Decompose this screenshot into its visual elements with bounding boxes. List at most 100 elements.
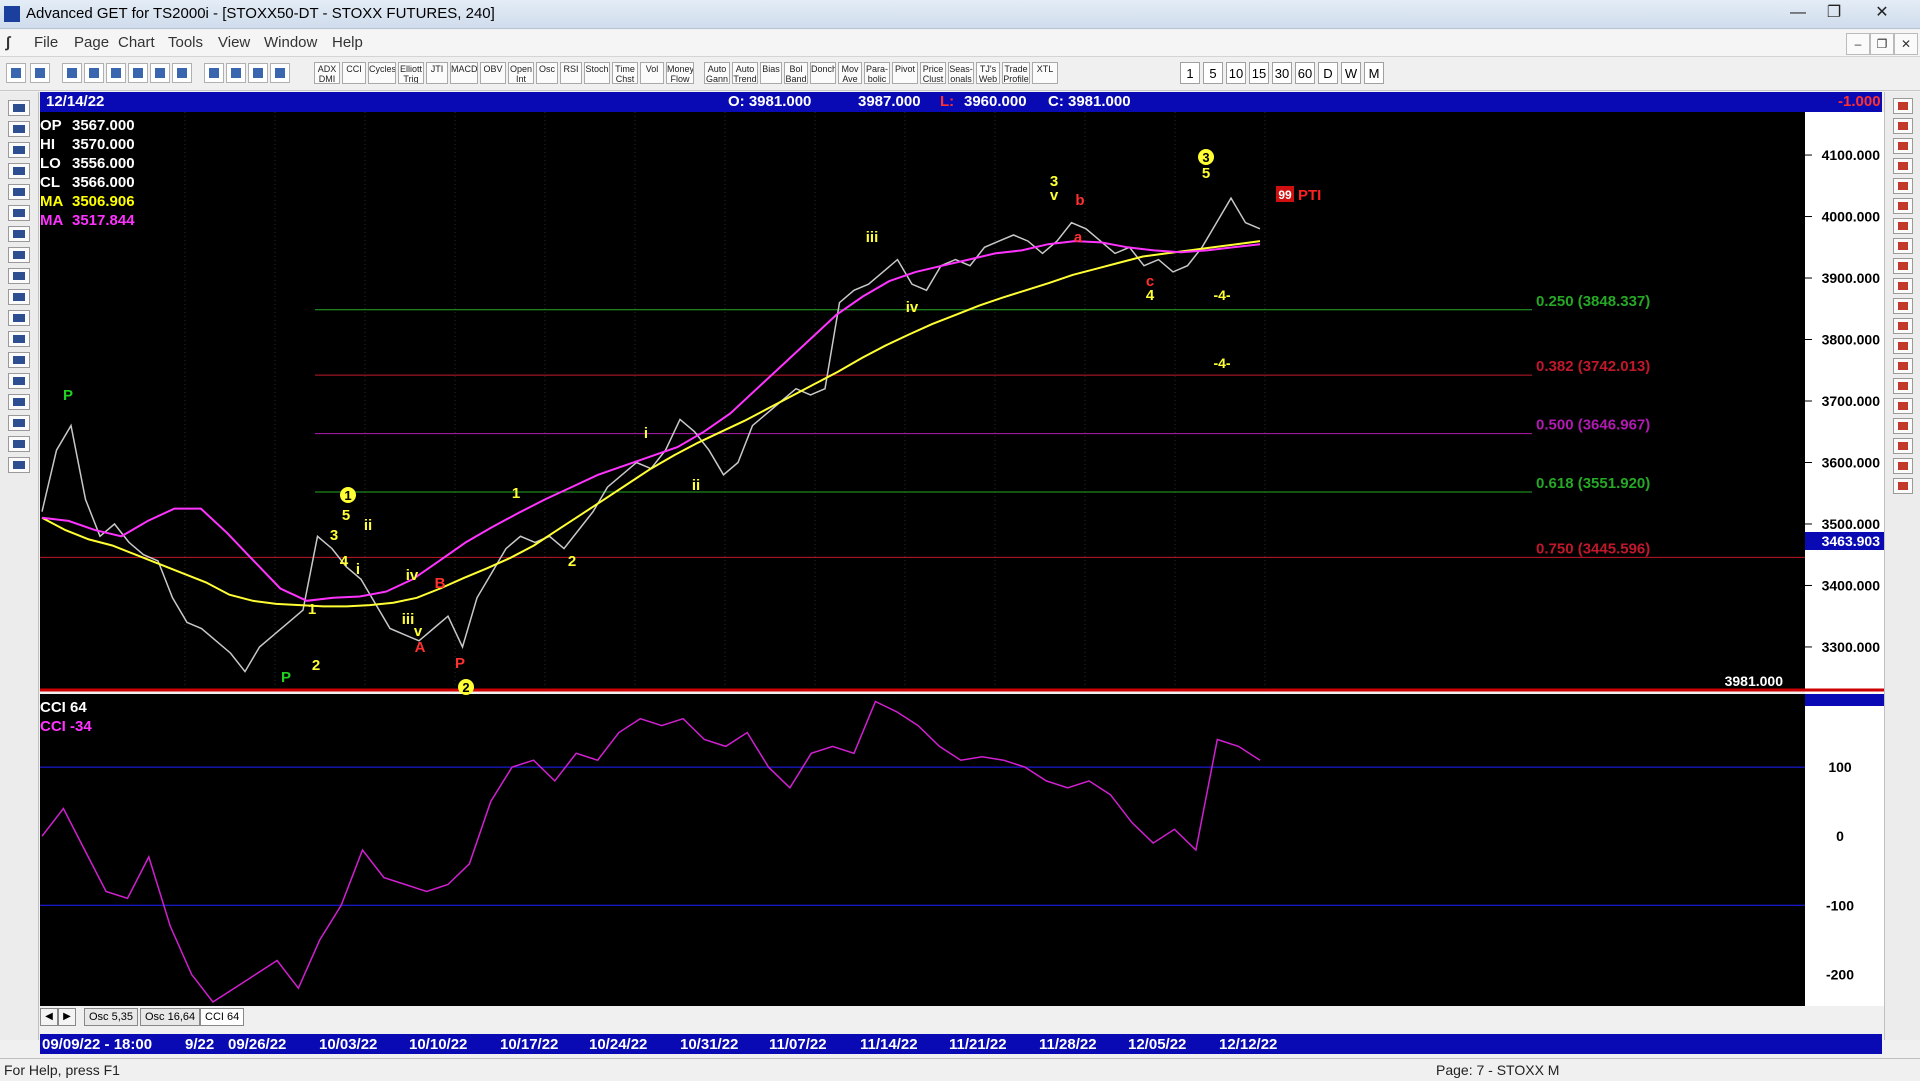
zoom-icon[interactable] bbox=[1893, 398, 1913, 414]
timeframe-5[interactable]: 5 bbox=[1203, 62, 1223, 84]
fib-retrace-icon[interactable] bbox=[1893, 138, 1913, 154]
open-icon[interactable] bbox=[84, 63, 104, 83]
new-page-icon[interactable] bbox=[62, 63, 82, 83]
toolbar-button-adx-dmi[interactable]: ADX DMI bbox=[314, 62, 340, 84]
bucket-icon[interactable] bbox=[1893, 418, 1913, 434]
toolbar-button-auto-gann[interactable]: Auto Gann bbox=[704, 62, 730, 84]
function-icon[interactable] bbox=[6, 63, 26, 83]
toolbar-button-xtl[interactable]: XTL bbox=[1032, 62, 1058, 84]
gann-icon[interactable] bbox=[8, 394, 30, 410]
fib-extension-icon[interactable] bbox=[1893, 158, 1913, 174]
toolbar-button-tj-s-web[interactable]: TJ's Web bbox=[976, 62, 1000, 84]
toolbar-button-osc[interactable]: Osc bbox=[536, 62, 558, 84]
pitchfork-icon[interactable] bbox=[8, 289, 30, 305]
toolbar-button-vol[interactable]: Vol bbox=[640, 62, 664, 84]
timeframe-10[interactable]: 10 bbox=[1226, 62, 1246, 84]
channel-icon[interactable] bbox=[8, 331, 30, 347]
tab-osc-16-64[interactable]: Osc 16,64 bbox=[140, 1008, 201, 1026]
grid-icon[interactable] bbox=[150, 63, 170, 83]
price-chart[interactable]: 0.250 (3848.337) 0.382 (3742.013) 0.500 (3… bbox=[40, 112, 1884, 1038]
up-arrow-icon[interactable] bbox=[8, 205, 30, 221]
grid-icon[interactable] bbox=[1893, 338, 1913, 354]
menu-tools[interactable]: Tools bbox=[168, 34, 203, 51]
toolbar-button-bias[interactable]: Bias bbox=[760, 62, 782, 84]
timeframe-30[interactable]: 30 bbox=[1272, 62, 1292, 84]
timeframe-60[interactable]: 60 bbox=[1295, 62, 1315, 84]
menu-chart[interactable]: Chart bbox=[118, 34, 155, 51]
tile-icon[interactable] bbox=[226, 63, 246, 83]
timeframe-w[interactable]: W bbox=[1341, 62, 1361, 84]
list-icon[interactable] bbox=[1893, 458, 1913, 474]
chart-window-icon[interactable] bbox=[128, 63, 148, 83]
tab-osc-5-35[interactable]: Osc 5,35 bbox=[84, 1008, 139, 1026]
fib-price-icon[interactable] bbox=[1893, 198, 1913, 214]
text-icon[interactable] bbox=[1893, 378, 1913, 394]
menu-file[interactable]: File bbox=[34, 34, 58, 51]
mdi-minimize-button[interactable]: – bbox=[1846, 33, 1870, 55]
toolbar-button-donch[interactable]: Donch bbox=[810, 62, 836, 84]
tabs-icon[interactable] bbox=[1893, 438, 1913, 454]
pencil-icon[interactable] bbox=[1893, 118, 1913, 134]
toolbar-button-price-clust[interactable]: Price Clust bbox=[920, 62, 946, 84]
mob-icon[interactable] bbox=[1893, 358, 1913, 374]
toolbar-button-elliott-trig[interactable]: Elliott Trig bbox=[398, 62, 424, 84]
expand-icon[interactable] bbox=[8, 310, 30, 326]
mdi-restore-button[interactable]: ❐ bbox=[1870, 33, 1894, 55]
printer-icon[interactable] bbox=[204, 63, 224, 83]
minimize-button[interactable]: — bbox=[1782, 2, 1814, 24]
draw-icon[interactable] bbox=[8, 121, 30, 137]
help-pointer-icon[interactable] bbox=[270, 63, 290, 83]
fan-icon[interactable] bbox=[1893, 238, 1913, 254]
left-arrow-icon[interactable] bbox=[8, 247, 30, 263]
toolbar-button-auto-trend[interactable]: Auto Trend bbox=[732, 62, 758, 84]
toolbar-button-pivot[interactable]: Pivot bbox=[892, 62, 918, 84]
ellipse-icon[interactable] bbox=[1893, 278, 1913, 294]
timeframe-15[interactable]: 15 bbox=[1249, 62, 1269, 84]
close-button[interactable]: ✕ bbox=[1866, 2, 1898, 24]
chart-area[interactable]: 0.250 (3848.337) 0.382 (3742.013) 0.500 (3… bbox=[40, 112, 1884, 1038]
print-icon[interactable] bbox=[106, 63, 126, 83]
toolbar-button-trade-profile[interactable]: Trade Profile bbox=[1002, 62, 1030, 84]
study-icon[interactable] bbox=[8, 163, 30, 179]
tab-next-button[interactable]: ▶ bbox=[58, 1008, 76, 1026]
reset-icon[interactable] bbox=[8, 142, 30, 158]
cycle-icon[interactable] bbox=[1893, 218, 1913, 234]
toolbar-button-stoch[interactable]: Stoch bbox=[584, 62, 610, 84]
doc-icon[interactable]: ∫ bbox=[6, 34, 10, 51]
menu-window[interactable]: Window bbox=[264, 34, 317, 51]
open-icon[interactable] bbox=[8, 100, 30, 116]
timeframe-1[interactable]: 1 bbox=[1180, 62, 1200, 84]
pti-icon[interactable] bbox=[1893, 318, 1913, 334]
toolbar-button-cycles[interactable]: Cycles bbox=[368, 62, 396, 84]
mdi-close-button[interactable]: ✕ bbox=[1894, 33, 1918, 55]
gann-box-icon[interactable] bbox=[1893, 298, 1913, 314]
fib-time-icon[interactable] bbox=[1893, 178, 1913, 194]
toolbar-button-jti[interactable]: JTI bbox=[426, 62, 448, 84]
menu-help[interactable]: Help bbox=[332, 34, 363, 51]
quote-icon[interactable] bbox=[30, 63, 50, 83]
menu-view[interactable]: View bbox=[218, 34, 250, 51]
timeframe-d[interactable]: D bbox=[1318, 62, 1338, 84]
cross-icon[interactable] bbox=[8, 436, 30, 452]
toolbar-button-para-bolic[interactable]: Para-bolic bbox=[864, 62, 890, 84]
toolbar-button-money-flow[interactable]: Money Flow bbox=[666, 62, 694, 84]
ruler-icon[interactable] bbox=[172, 63, 192, 83]
box-icon[interactable] bbox=[8, 352, 30, 368]
lines-icon[interactable] bbox=[8, 373, 30, 389]
lightbulb-icon[interactable] bbox=[248, 63, 268, 83]
notes-icon[interactable] bbox=[8, 457, 30, 473]
toolbar-button-bol-band[interactable]: Bol Band bbox=[784, 62, 808, 84]
toolbar-button-seas-onals[interactable]: Seas-onals bbox=[948, 62, 974, 84]
toolbar-button-obv[interactable]: OBV bbox=[480, 62, 506, 84]
toolbar-button-open-int[interactable]: Open Int bbox=[508, 62, 534, 84]
close-icon[interactable] bbox=[1893, 98, 1913, 114]
toolbar-button-rsi[interactable]: RSI bbox=[560, 62, 582, 84]
down-arrow-icon[interactable] bbox=[8, 226, 30, 242]
tab-cci-64[interactable]: CCI 64 bbox=[200, 1008, 245, 1026]
menu-page[interactable]: Page bbox=[74, 34, 109, 51]
fib-icon[interactable] bbox=[8, 415, 30, 431]
elliott-icon[interactable] bbox=[8, 184, 30, 200]
timeframe-m[interactable]: M bbox=[1364, 62, 1384, 84]
undo-icon[interactable] bbox=[1893, 478, 1913, 494]
right-arrow-icon[interactable] bbox=[8, 268, 30, 284]
